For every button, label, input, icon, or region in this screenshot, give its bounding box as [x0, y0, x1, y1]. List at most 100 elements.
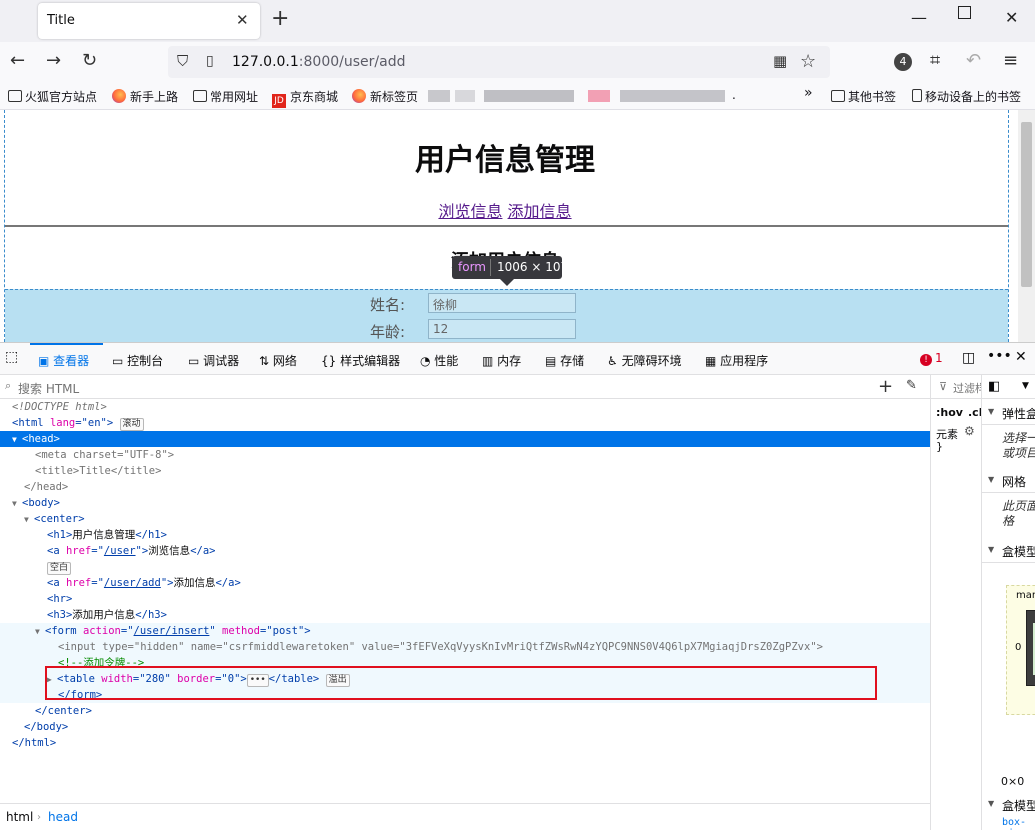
tab-accessibility[interactable]: ♿ 无障碍环境	[607, 352, 682, 369]
a-node[interactable]: <a href="/user">浏览信息</a>	[47, 543, 215, 559]
layout-view-icon[interactable]: ◧	[988, 379, 1000, 394]
title-node[interactable]: <title>Title</title>	[35, 463, 161, 479]
body-node[interactable]: ▼ <body>	[12, 495, 60, 511]
more-options-icon[interactable]: •••	[987, 348, 1012, 364]
expand-toggle[interactable]: ▼	[12, 496, 22, 512]
flexbox-section-header[interactable]: ▼ 弹性盒	[982, 399, 1035, 425]
rules-filter-input[interactable]: 过滤样	[953, 380, 981, 396]
tab-label: 存储	[560, 354, 585, 368]
whitespace-node[interactable]: 空白	[47, 559, 72, 575]
url-path: :8000/user/add	[298, 54, 406, 70]
a-node[interactable]: <a href="/user/add">添加信息</a>	[47, 575, 241, 591]
folder-icon	[193, 90, 207, 102]
reload-icon[interactable]: ↻	[82, 50, 97, 71]
extension-badge[interactable]: 4	[894, 53, 912, 71]
more-bookmarks-icon[interactable]: »	[804, 85, 813, 101]
cls-toggle[interactable]: .cl	[968, 406, 981, 419]
html-node[interactable]: <html lang="en"> 滚动	[12, 415, 144, 431]
bookmark-item[interactable]: 新标签页	[352, 88, 418, 105]
a-href-link[interactable]: /user	[104, 545, 136, 557]
browser-tab[interactable]: Title ✕	[38, 3, 260, 39]
tab-application[interactable]: ▦ 应用程序	[705, 352, 768, 369]
bookmark-item[interactable]: JD 京东商城	[272, 88, 338, 108]
rules-filter-bar[interactable]: ⊽ 过滤样	[931, 375, 981, 399]
back-icon[interactable]: ←	[10, 50, 25, 71]
shield-icon[interactable]: ⛉	[177, 52, 188, 70]
input-node[interactable]: <input type="hidden" name="csrfmiddlewar…	[58, 639, 823, 655]
form-node[interactable]: ▼ <form action="/user/insert" method="pos…	[35, 623, 311, 639]
html-search-bar[interactable]: ⌕ 搜索 HTML + ✎	[0, 375, 930, 399]
name-input[interactable]: 徐柳	[428, 293, 576, 313]
browse-link[interactable]: 浏览信息	[438, 202, 502, 221]
page-scrollbar[interactable]	[1018, 110, 1035, 342]
html-search-input[interactable]: 搜索 HTML	[18, 380, 79, 397]
grid-section-header[interactable]: ▼ 网格	[982, 467, 1035, 493]
breadcrumb-head[interactable]: head	[48, 810, 78, 824]
hov-toggle[interactable]: :hov	[936, 406, 963, 419]
whitespace-badge[interactable]: 空白	[47, 562, 72, 575]
close-window-icon[interactable]: ✕	[1005, 8, 1018, 27]
qr-code-icon[interactable]: ▦	[773, 52, 787, 70]
gear-icon[interactable]: ⚙	[964, 424, 975, 438]
bookmark-item[interactable]: 常用网址	[193, 88, 258, 105]
error-counter[interactable]: ! 1	[920, 351, 943, 366]
tab-style-editor[interactable]: {} 样式编辑器	[321, 352, 400, 369]
devtools-panel: ⬚ ▣ 查看器 ▭ 控制台 ▭ 调试器 ⇅ 网络 {} 样式编辑器 ◔ 性能 ▥…	[0, 342, 1035, 830]
boxmodel-section-header[interactable]: ▼ 盒模型	[982, 537, 1035, 563]
close-tab-icon[interactable]: ✕	[236, 11, 249, 29]
bookmark-item[interactable]: 新手上路	[112, 88, 178, 105]
a-href-link[interactable]: /user/add	[104, 577, 161, 589]
boxmodel-props-header[interactable]: ▼ 盒模型	[982, 791, 1035, 817]
add-link[interactable]: 添加信息	[508, 202, 572, 221]
tab-network[interactable]: ⇅ 网络	[259, 352, 297, 369]
tab-debugger[interactable]: ▭ 调试器	[188, 352, 239, 369]
bookmark-item[interactable]: 火狐官方站点	[8, 88, 97, 105]
page-info-icon[interactable]: ▯	[206, 53, 214, 69]
tab-memory[interactable]: ▥ 内存	[482, 352, 521, 369]
tab-console[interactable]: ▭ 控制台	[112, 352, 163, 369]
url-text[interactable]: 127.0.0.1:8000/user/add	[232, 54, 405, 70]
age-input[interactable]: 12	[428, 319, 576, 339]
tab-performance[interactable]: ◔ 性能	[420, 352, 458, 369]
undo-icon[interactable]: ↶	[966, 50, 981, 71]
eyedropper-icon[interactable]: ✎	[906, 378, 917, 393]
tab-label: 调试器	[203, 354, 240, 368]
address-bar[interactable]: ⛉ ▯ 127.0.0.1:8000/user/add ▦ ☆	[168, 46, 830, 78]
scroll-badge[interactable]: 滚动	[119, 418, 144, 431]
head-node[interactable]: ▼ <head>	[12, 431, 60, 447]
expand-toggle[interactable]: ▼	[12, 432, 22, 448]
bookmark-star-icon[interactable]: ☆	[800, 51, 816, 72]
expand-toggle[interactable]: ▼	[24, 512, 34, 528]
minimize-icon[interactable]: —	[911, 8, 927, 27]
close-devtools-icon[interactable]: ✕	[1015, 349, 1027, 365]
dock-icon[interactable]: ◫	[962, 350, 975, 366]
bookmark-item[interactable]: 其他书签	[831, 88, 896, 105]
margin-left-value[interactable]: 0	[1015, 642, 1021, 653]
meta-node[interactable]: <meta charset="UTF-8">	[35, 447, 174, 463]
doctype-node[interactable]: <!DOCTYPE html>	[12, 399, 107, 415]
bookmark-item[interactable]: 移动设备上的书签	[912, 88, 1021, 105]
age-label: 年龄:	[370, 323, 406, 341]
folder-icon	[8, 90, 22, 102]
body-close-node: </body>	[24, 721, 69, 733]
crop-icon[interactable]: ⌗	[930, 50, 940, 71]
dropdown-icon[interactable]: ▼	[1022, 381, 1029, 391]
forward-icon[interactable]: →	[46, 50, 61, 71]
add-node-icon[interactable]: +	[878, 376, 893, 397]
hr-node[interactable]: <hr>	[47, 591, 72, 607]
pick-element-icon[interactable]: ⬚	[5, 349, 18, 365]
menu-icon[interactable]: ≡	[1003, 50, 1018, 71]
h1-node[interactable]: <h1>用户信息管理</h1>	[47, 527, 167, 543]
h3-node[interactable]: <h3>添加用户信息</h3>	[47, 607, 167, 623]
expand-toggle[interactable]: ▼	[35, 624, 45, 640]
tab-inspector[interactable]: ▣ 查看器	[38, 352, 89, 369]
tab-storage[interactable]: ▤ 存储	[545, 352, 584, 369]
form-action-link[interactable]: /user/insert	[134, 625, 210, 637]
a-node-text: 添加信息	[173, 577, 216, 589]
tab-label: 控制台	[127, 354, 164, 368]
breadcrumb-html[interactable]: html	[6, 810, 33, 824]
scrollbar-thumb[interactable]	[1021, 122, 1032, 287]
new-tab-icon[interactable]: +	[271, 6, 289, 31]
center-node[interactable]: ▼ <center>	[24, 511, 85, 527]
maximize-icon[interactable]	[958, 6, 971, 19]
